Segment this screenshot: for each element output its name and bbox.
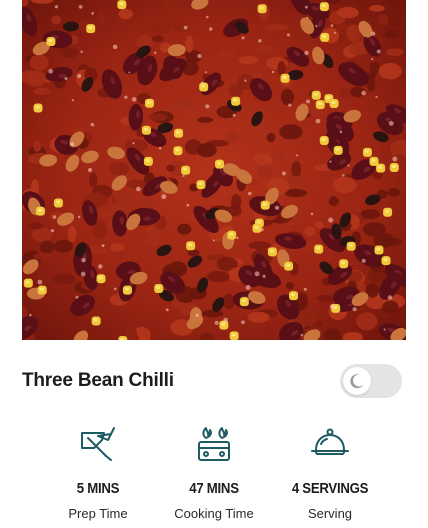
moon-icon bbox=[350, 374, 364, 389]
recipe-title-row: Three Bean Chilli bbox=[22, 362, 406, 402]
cooking-time-value: 47 MINS bbox=[189, 480, 239, 497]
stat-servings: 4 SERVINGS Serving bbox=[265, 420, 395, 521]
stat-cooking-time: 47 MINS Cooking Time bbox=[149, 420, 279, 521]
recipe-hero-image bbox=[22, 0, 406, 340]
recipe-title: Three Bean Chilli bbox=[22, 370, 174, 391]
prep-time-value: 5 MINS bbox=[76, 480, 120, 497]
stove-burner-icon bbox=[198, 427, 230, 461]
servings-label: Serving bbox=[307, 506, 353, 521]
cooking-time-label: Cooking Time bbox=[174, 506, 254, 521]
chilli-photo bbox=[22, 0, 406, 340]
recipe-stats: 5 MINS Prep Time 47 MINS Cooking Time 4 … bbox=[0, 420, 428, 528]
toggle-knob bbox=[343, 367, 371, 395]
prep-knife-icon bbox=[81, 427, 115, 461]
recipe-screen: Three Bean Chilli 5 MINS Prep Time 47 MI… bbox=[0, 0, 428, 528]
dark-mode-toggle[interactable] bbox=[340, 364, 402, 398]
prep-time-label: Prep Time bbox=[68, 506, 128, 521]
serving-cloche-icon bbox=[311, 428, 349, 455]
servings-value: 4 SERVINGS bbox=[291, 480, 369, 497]
stat-prep-time: 5 MINS Prep Time bbox=[33, 420, 163, 521]
